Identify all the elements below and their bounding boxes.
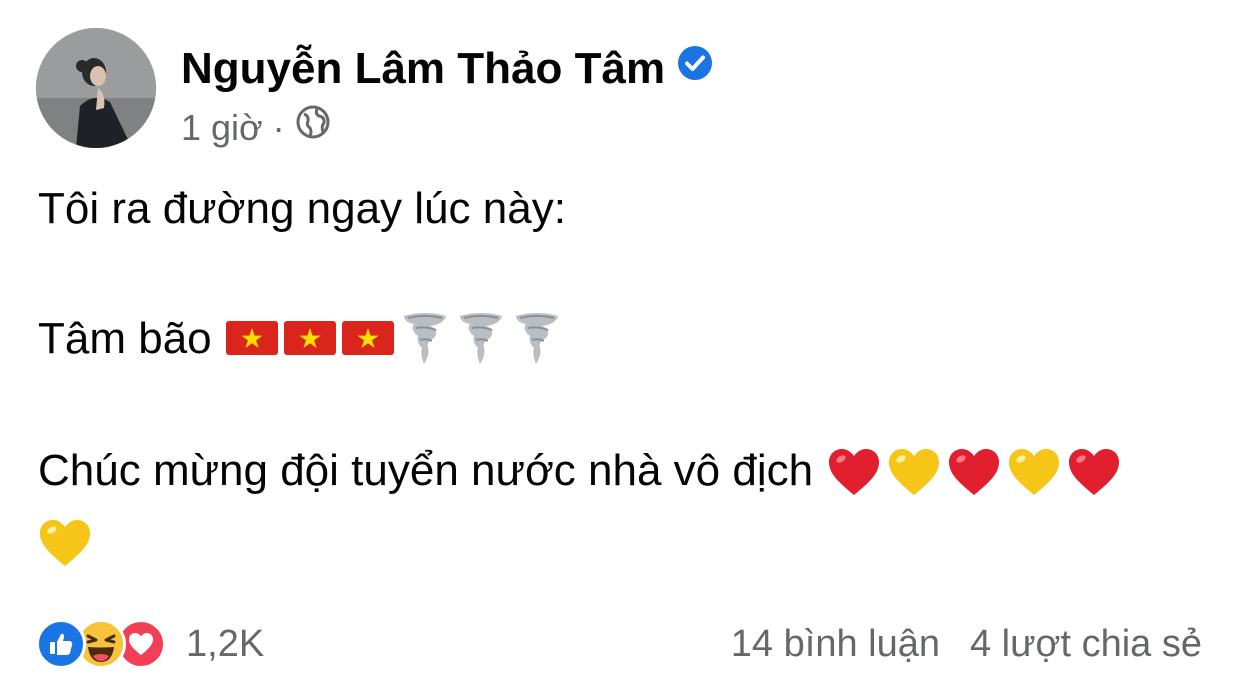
post-text-line-2: Tâm bão <box>38 312 568 366</box>
red-heart-icon <box>949 448 1000 495</box>
facebook-post: Nguyễn Lâm Thảo Tâm 1 giờ · Tôi ra đường … <box>0 0 1242 677</box>
post-meta: 1 giờ · <box>181 104 331 150</box>
yellow-heart-icon <box>38 518 92 573</box>
red-heart-icon <box>829 448 880 495</box>
emoji-row-flags-tornado <box>225 309 568 366</box>
emoji-row-hearts <box>827 442 1127 496</box>
post-text-congrats: Chúc mừng đội tuyển nước nhà vô địch <box>38 446 814 495</box>
avatar-photo <box>36 28 156 148</box>
author-avatar[interactable] <box>36 28 156 148</box>
yellow-heart-icon <box>1009 448 1060 495</box>
post-text-tam-bao: Tâm bão <box>38 314 212 363</box>
reaction-count[interactable]: 1,2K <box>186 617 264 671</box>
tornado-icon <box>459 313 502 365</box>
author-name-row: Nguyễn Lâm Thảo Tâm <box>181 42 713 96</box>
reactions-summary[interactable]: 1,2K <box>36 617 264 671</box>
tornado-icon <box>403 313 446 365</box>
vietnam-flag-icon <box>341 321 394 356</box>
post-stats: 14 bình luận 4 lượt chia sẻ <box>731 617 1202 671</box>
shares-count-link[interactable]: 4 lượt chia sẻ <box>970 623 1202 665</box>
vietnam-flag-icon <box>225 321 278 356</box>
meta-separator: · <box>272 107 285 148</box>
like-reaction-icon <box>36 619 86 669</box>
post-text-line-3: Chúc mừng đội tuyển nước nhà vô địch <box>38 444 1127 498</box>
globe-icon[interactable] <box>295 104 331 150</box>
yellow-heart-icon <box>889 448 940 495</box>
author-name[interactable]: Nguyễn Lâm Thảo Tâm <box>181 44 665 93</box>
tornado-icon <box>515 313 558 365</box>
comments-count-link[interactable]: 14 bình luận <box>731 623 940 665</box>
red-heart-icon <box>1069 448 1120 495</box>
verified-badge-icon <box>677 40 713 94</box>
post-text-line-1: Tôi ra đường ngay lúc này: <box>38 184 566 233</box>
vietnam-flag-icon <box>283 321 336 356</box>
post-timestamp[interactable]: 1 giờ <box>181 107 263 148</box>
